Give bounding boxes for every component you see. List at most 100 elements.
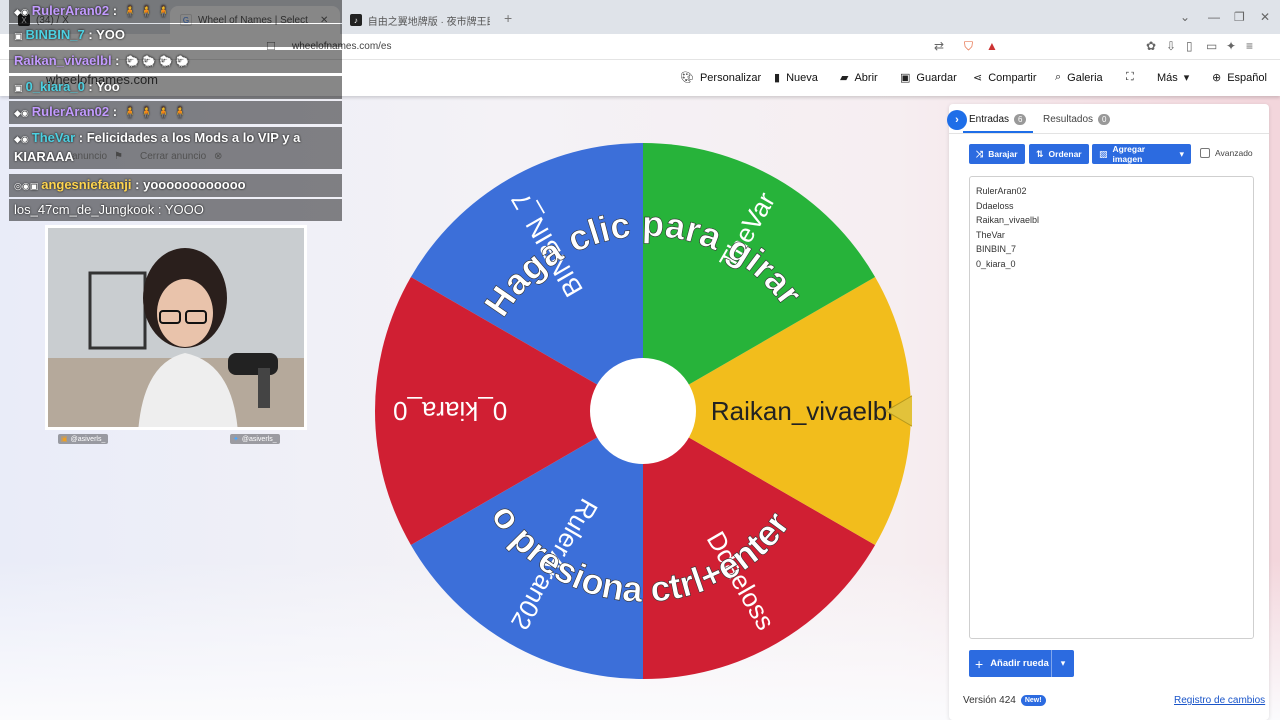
badge-icon: ◆◉ <box>14 134 29 144</box>
chevron-down-icon: ▾ <box>1183 72 1190 84</box>
tab-tiktok[interactable]: ♪ 自由之翼地牌版 · 夜市牌王即兴版 <box>340 6 500 34</box>
tab-divider <box>949 133 1269 134</box>
chat-message: los_47cm_de_Jungkook : YOOO <box>9 199 342 221</box>
maximize-icon[interactable]: ❐ <box>1234 10 1245 24</box>
tab-search-icon[interactable]: ⌄ <box>1180 10 1190 24</box>
chat-message: ◆◉ RulerAran02 : 🧍 🧍 🧍 🧍 <box>9 101 342 124</box>
image-icon: ▨ <box>1099 148 1108 159</box>
version-info: Versión 424 New! <box>963 695 1046 706</box>
translate-icon[interactable]: ⇄ <box>934 39 944 53</box>
folder-icon: ▰ <box>840 72 849 84</box>
badge-icon: ◆◉ <box>14 108 29 118</box>
tab-resultados[interactable]: Resultados 0 <box>1043 114 1111 125</box>
button-label: Agregar imagen <box>1112 144 1146 164</box>
entry-line: TheVar <box>976 229 1005 240</box>
entries-panel: › Entradas 6 Resultados 0 ⤨ Barajar ⇅ Or… <box>947 104 1269 720</box>
nav-label: Guardar <box>916 71 957 84</box>
nav-fullscreen[interactable]: ⛶ <box>1126 71 1134 84</box>
active-tab-indicator <box>963 131 1033 133</box>
chat-text: YOO <box>96 27 125 42</box>
sort-button[interactable]: ⇅ Ordenar <box>1029 144 1089 164</box>
chat-message: ◆◉ TheVar : Felicidades a los Mods a lo V… <box>9 127 342 169</box>
entry-line: 0_kiara_0 <box>976 258 1016 269</box>
social-handle-left: ▣ @asiverls_ <box>58 434 109 444</box>
badge-icon: ▣ <box>14 31 23 41</box>
chat-text: Yoo <box>96 79 120 94</box>
button-label: Ordenar <box>1048 149 1082 159</box>
sidebar-icon[interactable]: ▯ <box>1186 39 1193 53</box>
search-icon: ⌕ <box>1055 71 1062 83</box>
download-icon[interactable]: ⇩ <box>1166 39 1176 53</box>
nav-guardar[interactable]: ▣ Guardar <box>900 71 957 85</box>
badge-icon: ◆◉ <box>14 7 29 17</box>
advanced-checkbox[interactable] <box>1200 148 1210 158</box>
entry-line: Raikan_vivaelbl <box>976 215 1040 225</box>
wheel[interactable]: RulerAran02 Ddaeloss Raikan_vivaelbl TheVar… <box>372 128 912 693</box>
rewards-icon[interactable]: ▲ <box>986 39 998 53</box>
nav-label: Español <box>1227 71 1267 84</box>
chat-username: TheVar <box>31 130 76 145</box>
nav-label: Personalizar <box>699 71 762 84</box>
nav-mas[interactable]: Más ▾ <box>1157 71 1190 85</box>
chat-text: yoooooooooooo <box>143 177 246 192</box>
menu-icon[interactable]: ≡ <box>1246 39 1253 53</box>
changelog-link[interactable]: Registro de cambios <box>1174 695 1265 706</box>
social-handle: @asiverls_ <box>70 435 106 443</box>
tab-label: Entradas <box>969 114 1010 125</box>
instagram-icon: ▣ <box>61 436 68 443</box>
wheel-center[interactable] <box>590 358 696 464</box>
shuffle-button[interactable]: ⤨ Barajar <box>969 144 1025 164</box>
nav-compartir[interactable]: ⋖ Compartir <box>973 71 1037 85</box>
webcam-feed <box>45 225 307 430</box>
nav-label: Nueva <box>786 71 818 84</box>
twitter-icon: ✦ <box>233 436 239 443</box>
minimize-icon[interactable]: — <box>1208 10 1220 24</box>
nav-language[interactable]: ⊕ Español <box>1212 71 1267 85</box>
social-handle: @asiverls_ <box>241 435 277 443</box>
close-window-icon[interactable]: ✕ <box>1260 10 1270 24</box>
brave-shield-icon[interactable]: ⛉ <box>964 39 973 54</box>
chat-message: ▣ 0_kiara_0 : Yoo <box>9 76 342 99</box>
nav-abrir[interactable]: ▰ Abrir <box>840 71 878 85</box>
tab-entradas[interactable]: Entradas 6 <box>969 114 1027 125</box>
entries-textarea[interactable]: RulerAran02 Ddaeloss Raikan_vivaelbl The… <box>969 176 1254 639</box>
save-icon: ▣ <box>900 72 911 84</box>
nav-personalizar[interactable]: 🎨︎ Personalizar <box>680 71 762 85</box>
tiktok-icon: ♪ <box>350 14 362 26</box>
chat-username: RulerAran02 <box>31 3 110 18</box>
nav-galeria[interactable]: ⌕ Galeria <box>1055 71 1103 84</box>
chat-message: ▣ BINBIN_7 : YOO <box>9 24 342 47</box>
wheel-graphic[interactable]: RulerAran02 DdaelossRaikan_vivaelblTheVar… <box>372 128 912 693</box>
chevron-down-icon[interactable]: ▾ <box>1051 650 1074 677</box>
entry-line: Ddaeloss <box>976 200 1014 211</box>
chat-message: ◆◉ RulerAran02 : 🧍 🧍 🧍 <box>9 0 342 23</box>
chat-username: angesniefaanji <box>41 177 132 192</box>
sort-icon: ⇅ <box>1036 148 1044 159</box>
fullscreen-icon: ⛶ <box>1126 71 1134 83</box>
palette-icon: 🎨︎ <box>680 72 694 84</box>
entries-count-badge: 6 <box>1014 114 1027 125</box>
chat-username: los_47cm_de_Jungkook <box>14 202 155 217</box>
globe-icon: ⊕ <box>1212 72 1222 84</box>
emote-icon: 🧍 🧍 🧍 🧍 <box>123 107 188 119</box>
advanced-label: Avanzado <box>1215 148 1253 158</box>
tab-label: Resultados <box>1043 114 1094 125</box>
nav-nueva[interactable]: ▮ Nueva <box>774 71 818 85</box>
extensions-icon[interactable]: ✿ <box>1146 39 1156 53</box>
nav-label: Compartir <box>988 71 1037 84</box>
wallet-icon[interactable]: ▭ <box>1206 39 1217 53</box>
add-wheel-button[interactable]: + Añadir rueda ▾ <box>969 650 1074 677</box>
plus-icon: + <box>975 655 984 672</box>
add-image-button[interactable]: ▨ Agregar imagen ▾ <box>1092 144 1191 164</box>
entry-line: BINBIN_7 <box>976 244 1017 254</box>
leo-icon[interactable]: ✦ <box>1226 39 1236 53</box>
nav-label: Más <box>1157 71 1178 84</box>
chevron-right-icon[interactable]: › <box>947 110 967 130</box>
add-wheel-main[interactable]: + Añadir rueda <box>969 656 1051 672</box>
chevron-down-icon: ▾ <box>1179 148 1184 159</box>
webcam-image <box>48 228 304 427</box>
new-badge[interactable]: New! <box>1020 695 1046 706</box>
nav-label: Galeria <box>1067 71 1103 84</box>
new-tab-button[interactable]: + <box>504 10 512 26</box>
file-icon: ▮ <box>774 72 781 84</box>
